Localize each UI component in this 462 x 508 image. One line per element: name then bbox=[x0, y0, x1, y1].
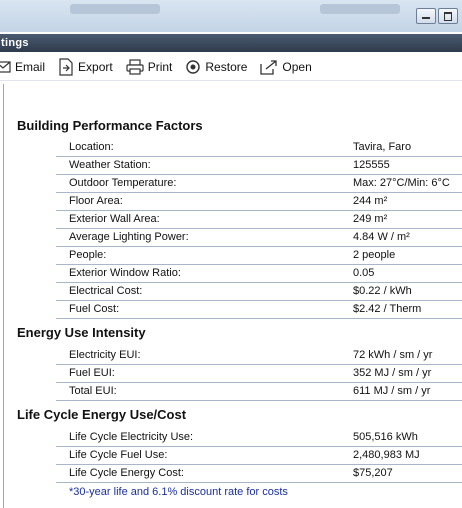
row-label: Life Cycle Fuel Use: bbox=[69, 449, 168, 461]
window-controls bbox=[414, 8, 458, 24]
panel-title-bar: tings bbox=[0, 34, 462, 52]
row-value: 2 people bbox=[353, 249, 396, 261]
table-row: Electricity EUI: 72 kWh / sm / yr bbox=[56, 346, 462, 365]
restore-icon bbox=[186, 59, 201, 74]
row-label: Fuel Cost: bbox=[69, 303, 120, 315]
open-button[interactable]: Open bbox=[260, 59, 312, 75]
table-row: Exterior Window Ratio: 0.05 bbox=[56, 264, 462, 283]
row-label: Outdoor Temperature: bbox=[69, 177, 177, 189]
table-row: Location: Tavira, Faro bbox=[56, 138, 462, 157]
row-value: 249 m² bbox=[353, 213, 388, 225]
row-label: People: bbox=[69, 249, 107, 261]
footnote: *30-year life and 6.1% discount rate for… bbox=[69, 486, 288, 498]
row-value: 244 m² bbox=[353, 195, 388, 207]
row-label: Exterior Window Ratio: bbox=[69, 267, 181, 279]
panel-title: tings bbox=[1, 37, 29, 49]
table-row: Weather Station: 125555 bbox=[56, 156, 462, 175]
table-row: People: 2 people bbox=[56, 246, 462, 265]
row-value: 2,480,983 MJ bbox=[353, 449, 420, 461]
row-value: 505,516 kWh bbox=[353, 431, 418, 443]
print-label: Print bbox=[147, 59, 173, 74]
row-value: $0.22 / kWh bbox=[353, 285, 412, 297]
table-row: Electrical Cost: $0.22 / kWh bbox=[56, 282, 462, 301]
row-value: Max: 27°C/Min: 6°C bbox=[353, 177, 450, 189]
table-row: Floor Area: 244 m² bbox=[56, 192, 462, 211]
table-row: Outdoor Temperature: Max: 27°C/Min: 6°C bbox=[56, 174, 462, 193]
table-row: Life Cycle Electricity Use: 505,516 kWh bbox=[56, 428, 462, 447]
table-row: Fuel EUI: 352 MJ / sm / yr bbox=[56, 364, 462, 383]
restore-label: Restore bbox=[205, 59, 248, 74]
export-button[interactable]: Export bbox=[58, 57, 113, 76]
row-label: Electrical Cost: bbox=[69, 285, 143, 297]
row-label: Exterior Wall Area: bbox=[69, 213, 160, 225]
row-value: 72 kWh / sm / yr bbox=[353, 349, 433, 361]
titlebar-blurred-text bbox=[70, 4, 160, 14]
report-panel: Building Performance Factors Location: Ta… bbox=[3, 84, 462, 508]
row-value: Tavira, Faro bbox=[353, 141, 412, 153]
table-row: Life Cycle Fuel Use: 2,480,983 MJ bbox=[56, 446, 462, 465]
row-label: Electricity EUI: bbox=[69, 349, 141, 361]
row-value: $75,207 bbox=[353, 467, 393, 479]
toolbar: Email Export Print Restore Open bbox=[0, 53, 462, 81]
titlebar-blurred-text bbox=[320, 4, 400, 14]
window-titlebar bbox=[0, 0, 462, 32]
row-value: 611 MJ / sm / yr bbox=[353, 385, 431, 397]
section-title-energy-use-intensity: Energy Use Intensity bbox=[17, 325, 146, 340]
maximize-icon[interactable] bbox=[438, 8, 458, 24]
section-title-life-cycle: Life Cycle Energy Use/Cost bbox=[17, 407, 187, 422]
row-label: Floor Area: bbox=[69, 195, 123, 207]
row-value: 4.84 W / m² bbox=[353, 231, 410, 243]
export-icon bbox=[59, 57, 73, 76]
restore-button[interactable]: Restore bbox=[185, 59, 247, 75]
open-icon bbox=[260, 59, 278, 75]
table-row: Life Cycle Energy Cost: $75,207 bbox=[56, 464, 462, 483]
row-value: 125555 bbox=[353, 159, 390, 171]
row-label: Total EUI: bbox=[69, 385, 117, 397]
open-label: Open bbox=[282, 59, 312, 74]
row-label: Life Cycle Energy Cost: bbox=[69, 467, 184, 479]
minimize-icon[interactable] bbox=[416, 8, 436, 24]
section-title-building-performance: Building Performance Factors bbox=[17, 118, 203, 133]
table-row: Total EUI: 611 MJ / sm / yr bbox=[56, 382, 462, 401]
row-label: Life Cycle Electricity Use: bbox=[69, 431, 194, 443]
email-icon bbox=[0, 60, 11, 73]
email-label: Email bbox=[15, 59, 46, 74]
table-row: Fuel Cost: $2.42 / Therm bbox=[56, 300, 462, 319]
row-value: 0.05 bbox=[353, 267, 375, 279]
row-value: 352 MJ / sm / yr bbox=[353, 367, 432, 379]
printer-icon bbox=[126, 58, 144, 75]
row-label: Weather Station: bbox=[69, 159, 151, 171]
email-button[interactable]: Email bbox=[0, 60, 45, 74]
row-label: Average Lighting Power: bbox=[69, 231, 189, 243]
row-label: Location: bbox=[69, 141, 114, 153]
row-label: Fuel EUI: bbox=[69, 367, 115, 379]
table-row: Exterior Wall Area: 249 m² bbox=[56, 210, 462, 229]
row-value: $2.42 / Therm bbox=[353, 303, 422, 315]
export-label: Export bbox=[78, 59, 113, 74]
print-button[interactable]: Print bbox=[126, 58, 173, 75]
table-row: Average Lighting Power: 4.84 W / m² bbox=[56, 228, 462, 247]
